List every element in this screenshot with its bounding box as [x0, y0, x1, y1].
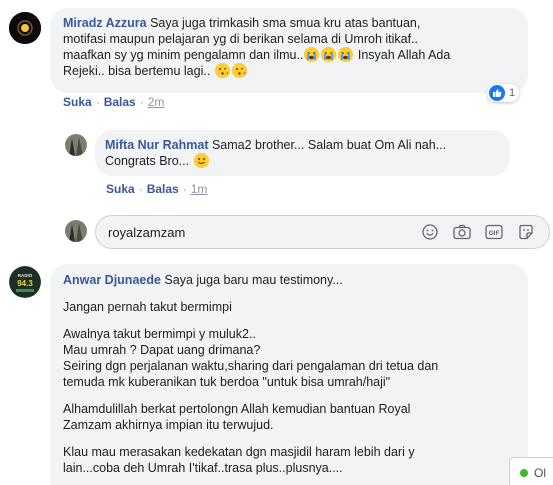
comment-line: Mifta Nur Rahmat Sama2 brother... Salam … — [105, 137, 500, 153]
kissing-emoji-icon — [231, 63, 247, 78]
comment-text: motifasi maupun pelajaran yg di berikan … — [63, 32, 419, 46]
avatar-image — [65, 220, 87, 242]
comment-paragraph: Awalnya takut bermimpi y muluk2.. Mau um… — [63, 326, 516, 390]
timestamp-link[interactable]: 1m — [191, 182, 208, 196]
comment-text: Mau umrah ? Dapat uang drimana? — [63, 343, 261, 357]
reply-input-box[interactable]: GIF — [95, 215, 550, 249]
avatar-miradz[interactable] — [9, 12, 41, 44]
thumbs-up-icon — [489, 85, 505, 101]
comment-paragraph: Jangan pernah takut bermimpi — [63, 299, 516, 315]
comment-text: Alhamdulillah berkat pertolongn Allah ke… — [63, 402, 411, 416]
crying-emoji-icon — [304, 47, 320, 62]
comment-author[interactable]: Mifta Nur Rahmat — [105, 138, 208, 152]
smile-emoji-icon — [193, 153, 209, 168]
gif-icon[interactable]: GIF — [483, 221, 505, 243]
comment-text: lain...coba deh Umrah I'tikaf..trasa plu… — [63, 461, 343, 475]
comment-line: Miradz Azzura Saya juga trimkasih sma sm… — [63, 15, 516, 31]
comment-text: Awalnya takut bermimpi y muluk2.. — [63, 327, 256, 341]
separator: · — [138, 182, 143, 196]
chat-tab-label: Ol — [534, 465, 546, 480]
comment-actions: Suka · Balas · 2m — [63, 95, 164, 109]
reply-link[interactable]: Balas — [147, 182, 179, 196]
comment-text: Saya juga baru mau testimony... — [164, 273, 343, 287]
sticker-icon[interactable] — [515, 221, 537, 243]
avatar-text: RADIO — [18, 273, 33, 278]
kissing-emoji-icon — [214, 63, 230, 78]
comment-text: Saya juga trimkasih sma smua kru atas ba… — [150, 16, 421, 30]
comment-author[interactable]: Anwar Djunaede — [63, 273, 161, 287]
comment-line: Congrats Bro... — [105, 153, 500, 169]
comment-line: maafkan sy yg minim pengalamn dan ilmu..… — [63, 47, 516, 63]
crying-emoji-icon — [321, 47, 337, 62]
comment-line: Anwar Djunaede Saya juga baru mau testim… — [63, 272, 516, 288]
comment-bubble-anwar: Anwar Djunaede Saya juga baru mau testim… — [50, 264, 528, 485]
separator: · — [182, 182, 187, 196]
comment-paragraph: Alhamdulillah berkat pertolongn Allah ke… — [63, 401, 516, 433]
input-icons: GIF — [419, 221, 549, 243]
reply-actions: Suka · Balas · 1m — [106, 182, 207, 196]
reaction-count: 1 — [509, 87, 516, 99]
avatar-image: RADIO 94.3 — [9, 266, 41, 298]
comment-text: Zamzam akhirnya impian itu terwujud. — [63, 418, 274, 432]
comment-text: Congrats Bro... — [105, 154, 190, 168]
avatar-image — [65, 134, 87, 156]
separator: · — [139, 95, 144, 109]
like-link[interactable]: Suka — [106, 182, 135, 196]
like-link[interactable]: Suka — [63, 95, 92, 109]
avatar-anwar[interactable]: RADIO 94.3 — [9, 266, 41, 298]
comment-text: Sama2 brother... Salam buat Om Ali nah..… — [211, 138, 447, 152]
avatar-number: 94.3 — [17, 279, 33, 288]
comment-text: Seiring dgn perjalanan waktu,sharing dar… — [63, 359, 439, 373]
reply-input[interactable] — [96, 216, 419, 248]
comment-text: Klau mau merasakan kedekatan dgn masjidi… — [63, 445, 415, 459]
reaction-count-badge[interactable]: 1 — [487, 84, 520, 102]
reply-link[interactable]: Balas — [104, 95, 136, 109]
avatar-image — [9, 12, 41, 44]
comment-line: Rejeki.. bisa bertemu lagi.. — [63, 63, 516, 79]
svg-text:GIF: GIF — [489, 230, 500, 237]
timestamp-link[interactable]: 2m — [148, 95, 165, 109]
comment-text: Insyah Allah Ada — [357, 48, 451, 62]
comment-bubble-miradz: Miradz Azzura Saya juga trimkasih sma sm… — [50, 8, 528, 93]
comment-paragraph: Klau mau merasakan kedekatan dgn masjidi… — [63, 444, 516, 476]
comment-text: Jangan pernah takut bermimpi — [63, 300, 232, 314]
online-status-icon — [520, 468, 528, 477]
chat-tab[interactable]: Ol — [509, 457, 553, 485]
comment-text: maafkan sy yg minim pengalamn dan ilmu.. — [63, 48, 304, 62]
comment-text: temuda mk kuberanikan tuk berdoa "untuk … — [63, 375, 391, 389]
avatar-mifta[interactable] — [65, 134, 87, 156]
avatar-current-user — [65, 220, 87, 242]
comment-text: Rejeki.. bisa bertemu lagi.. — [63, 64, 211, 78]
camera-icon[interactable] — [451, 221, 473, 243]
crying-emoji-icon — [338, 47, 354, 62]
comment-author[interactable]: Miradz Azzura — [63, 16, 147, 30]
reply-bubble-mifta: Mifta Nur Rahmat Sama2 brother... Salam … — [95, 130, 510, 176]
separator: · — [95, 95, 100, 109]
emoji-icon[interactable] — [419, 221, 441, 243]
